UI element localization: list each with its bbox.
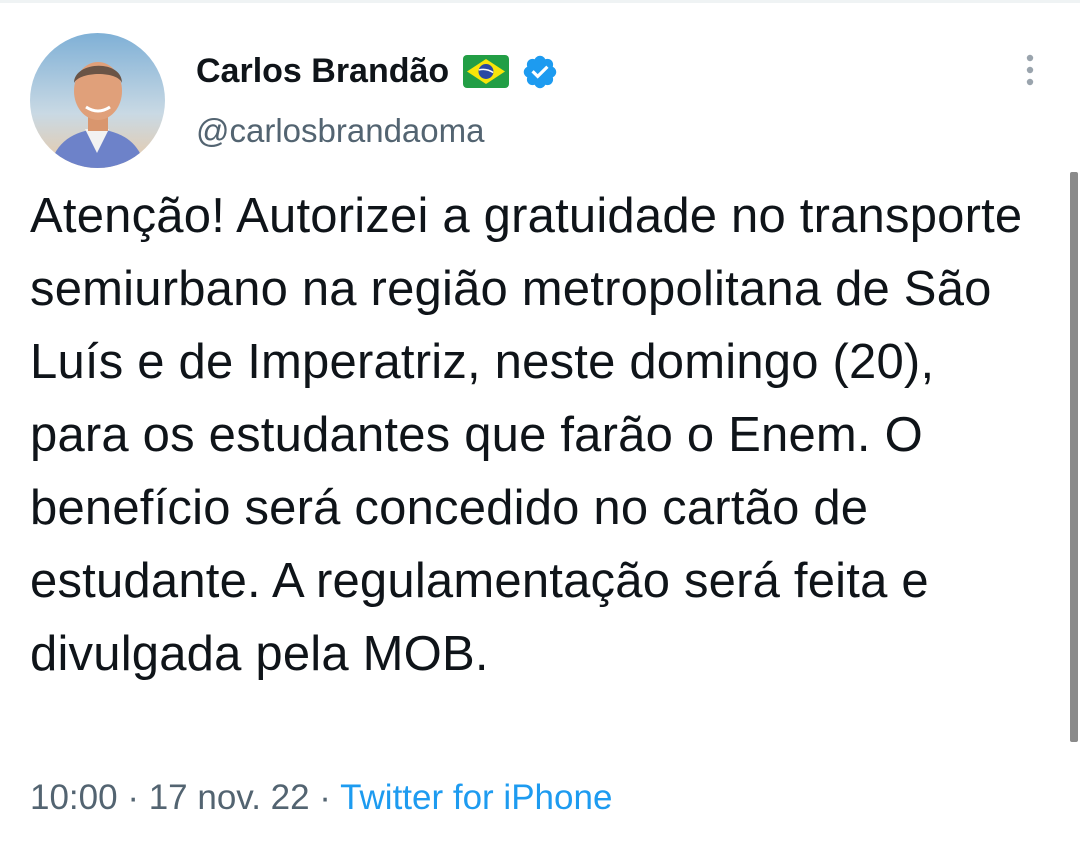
meta-separator: · xyxy=(309,778,341,817)
verified-badge-icon xyxy=(521,53,559,91)
tweet-text: Atenção! Autorizei a gratuidade no trans… xyxy=(30,189,1023,681)
tweet-detail: Carlos Brandão @carlosbrandaoma Atenção!… xyxy=(0,0,1080,850)
author-name-row[interactable]: Carlos Brandão xyxy=(196,52,559,91)
top-divider xyxy=(0,0,1080,3)
scrollbar[interactable] xyxy=(1070,172,1078,742)
more-options-button[interactable] xyxy=(1010,52,1050,92)
meta-separator: · xyxy=(117,778,149,817)
avatar[interactable] xyxy=(30,33,165,168)
more-options-icon xyxy=(1025,53,1035,92)
author-name[interactable]: Carlos Brandão xyxy=(196,52,449,91)
brazil-flag-icon xyxy=(463,55,510,88)
tweet-date[interactable]: 17 nov. 22 xyxy=(149,778,310,817)
tweet-meta: 10:00 · 17 nov. 22 · Twitter for iPhone xyxy=(30,778,612,818)
tweet-source-link[interactable]: Twitter for iPhone xyxy=(340,778,612,817)
tweet-time[interactable]: 10:00 xyxy=(30,778,118,817)
author-handle[interactable]: @carlosbrandaoma xyxy=(196,112,484,150)
